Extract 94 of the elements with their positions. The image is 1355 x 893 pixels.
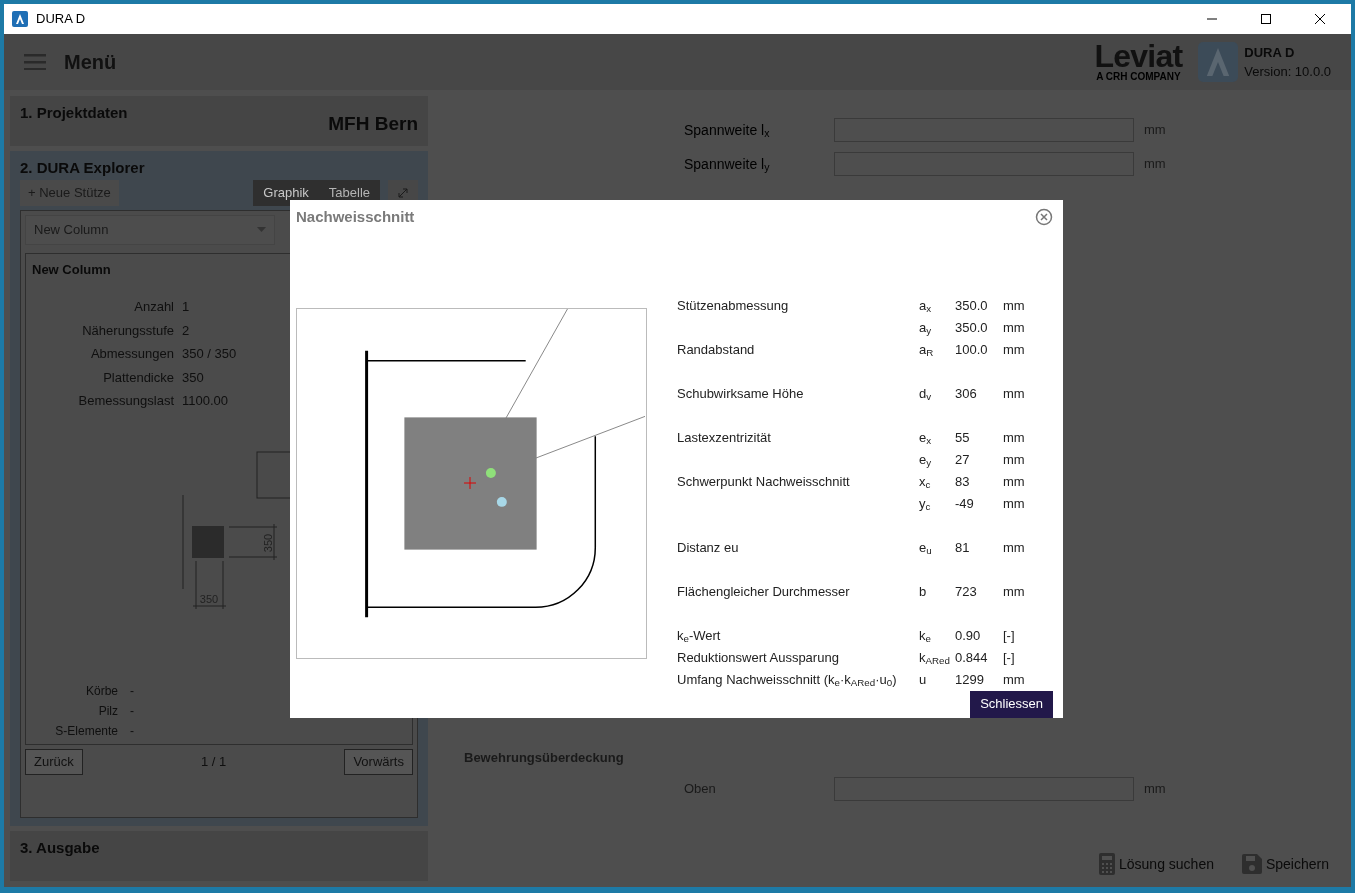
result-value: 27 (955, 450, 971, 469)
summary-value: - (130, 684, 134, 698)
property-label: Plattendicke (102, 368, 174, 387)
result-value: 350.0 (955, 318, 989, 337)
section-title: 1. Projektdaten (20, 103, 128, 123)
result-unit: mm (1003, 450, 1026, 469)
result-label: Umfang Nachweisschnitt (k$_{e}$·k$_{ARed}$·u$_{0}$) (677, 670, 898, 690)
close-dialog-button[interactable]: Schliessen (970, 690, 1053, 718)
product-name: DURA D (1244, 43, 1296, 62)
field-label: Spannweite l$_{x}$ (684, 120, 771, 141)
result-value: 0.90 (955, 626, 982, 645)
view-tab[interactable]: Graphik (253, 179, 319, 206)
result-label: k$_{e}$-Wert (677, 626, 722, 646)
result-label: Schwerpunkt Nachweisschnitt (677, 472, 851, 491)
expand-icon (397, 186, 409, 199)
result-unit: [-] (1003, 626, 1016, 645)
result-label: Flächengleicher Durchmesser (677, 582, 851, 601)
window-title: DURA D (36, 10, 86, 29)
section-title[interactable]: 2. DURA Explorer (20, 157, 418, 180)
result-label: Stützenabmessung (677, 296, 790, 315)
summary-label: Pilz (97, 704, 118, 718)
calculator-icon (1099, 853, 1115, 875)
product-logo-icon (1198, 42, 1239, 82)
result-label: Schubwirksame Höhe (677, 384, 805, 403)
result-value: 723 (955, 582, 978, 601)
footer-button[interactable]: Speichern (1241, 853, 1329, 875)
page-indicator: 1 / 1 (200, 753, 227, 772)
property-value: 2 (182, 321, 191, 340)
project-name: MFH Bern (328, 111, 418, 136)
result-value: 55 (955, 428, 971, 447)
summary-value: - (130, 724, 134, 738)
summary-value: - (130, 704, 134, 718)
result-unit: mm (1003, 538, 1026, 557)
property-label: Anzahl (133, 298, 174, 316)
property-value: 350 / 350 (182, 345, 238, 363)
result-symbol: e$_{y}$ (919, 450, 933, 470)
section-panel[interactable]: 3. Ausgabe (10, 831, 428, 881)
app-icon (12, 11, 28, 27)
result-symbol: d$_{v}$ (919, 384, 933, 404)
result-symbol: x$_{c}$ (919, 472, 932, 492)
result-symbol: y$_{c}$ (919, 494, 932, 514)
result-symbol: a$_{R}$ (919, 340, 935, 360)
result-unit: [-] (1003, 648, 1016, 667)
property-label: Abmessungen (89, 345, 174, 363)
result-unit: mm (1003, 384, 1026, 403)
result-symbol: a$_{x}$ (919, 296, 933, 316)
property-value: 1 (182, 298, 191, 316)
view-tab[interactable]: Tabelle (318, 179, 380, 206)
result-value: -49 (955, 494, 975, 513)
card-title: New Column (32, 260, 112, 279)
result-unit: mm (1003, 582, 1026, 601)
field-label: Spannweite l$_{y}$ (684, 154, 771, 175)
back-button[interactable]: Zurück (25, 749, 83, 775)
result-unit: mm (1003, 472, 1026, 491)
result-symbol: e$_{x}$ (919, 428, 933, 448)
result-label: Distanz eu (677, 538, 740, 557)
close-icon[interactable] (1314, 13, 1326, 25)
result-symbol: u (919, 670, 928, 689)
footer-button[interactable]: Lösung suchen (1099, 853, 1214, 875)
property-label: Bemessungslast (77, 392, 174, 410)
section-panel[interactable]: 1. Projektdaten MFH Bern (10, 96, 428, 146)
result-unit: mm (1003, 670, 1026, 689)
maximize-icon[interactable] (1260, 13, 1272, 25)
result-unit: mm (1003, 340, 1026, 359)
summary-label: S-Elemente (54, 724, 118, 738)
dialog-title: Nachweisschnitt (296, 207, 415, 227)
result-symbol: a$_{y}$ (919, 318, 933, 338)
section-title: 3. Ausgabe (20, 838, 100, 858)
brand-tagline: A CRH COMPANY (1096, 71, 1181, 83)
result-value: 81 (955, 538, 971, 557)
result-symbol: k$_{ARed}$ (919, 648, 951, 668)
result-symbol: k$_{e}$ (919, 626, 932, 646)
result-unit: mm (1003, 494, 1026, 513)
caret-icon (257, 227, 266, 232)
result-label: Randabstand (677, 340, 756, 359)
summary-label: Körbe (84, 684, 118, 698)
result-unit: mm (1003, 296, 1026, 315)
result-label: Reduktionswert Aussparung (677, 648, 840, 667)
result-unit: mm (1003, 428, 1026, 447)
property-label: Näherungsstufe (81, 321, 174, 340)
result-value: 1299 (955, 670, 985, 689)
result-symbol: e$_{u}$ (919, 538, 933, 558)
result-value: 100.0 (955, 340, 989, 359)
result-value: 306 (955, 384, 978, 403)
result-unit: mm (1003, 318, 1026, 337)
result-value: 83 (955, 472, 971, 491)
version-label: Version: 10.0.0 (1244, 63, 1331, 81)
forward-button[interactable]: Vorwärts (344, 749, 413, 775)
result-label: Lastexzentrizität (677, 428, 772, 447)
result-symbol: b (919, 582, 928, 601)
result-value: 350.0 (955, 296, 989, 315)
result-value: 0.844 (955, 648, 989, 667)
property-value: 1100.00 (182, 392, 230, 410)
property-value: 350 (182, 368, 205, 387)
